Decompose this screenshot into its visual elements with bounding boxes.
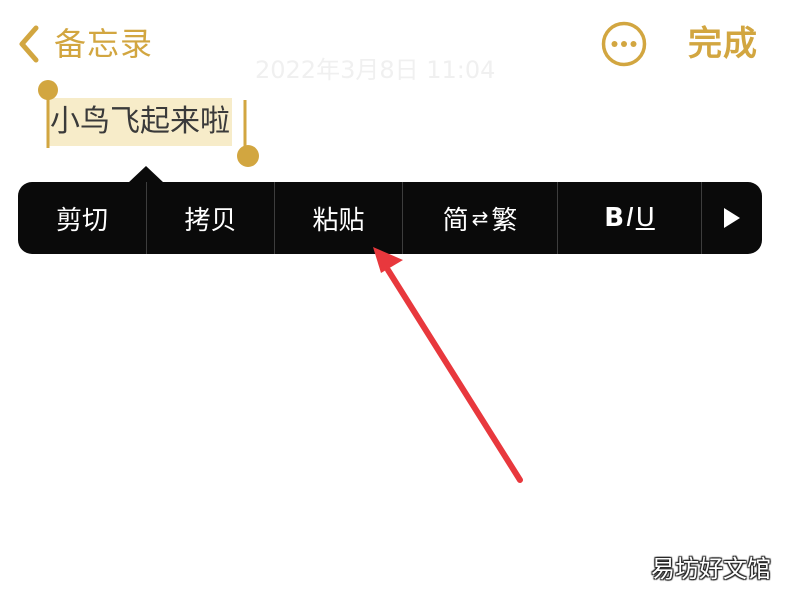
- ellipsis-circle-icon[interactable]: [601, 21, 647, 67]
- menu-item-copy[interactable]: 拷贝: [147, 182, 275, 254]
- play-triangle-icon: [724, 208, 740, 228]
- edit-menu-pointer: [128, 166, 164, 183]
- underline-label: U: [635, 203, 655, 233]
- menu-item-copy-label: 拷贝: [184, 205, 237, 236]
- menu-item-text-format[interactable]: B I U: [558, 182, 702, 254]
- back-button[interactable]: 备忘录: [14, 22, 153, 66]
- annotation-arrow: [373, 247, 523, 483]
- italic-label: I: [626, 203, 634, 233]
- chevron-left-icon: [19, 25, 39, 63]
- menu-item-paste[interactable]: 粘贴: [275, 182, 403, 254]
- done-button[interactable]: 完成: [688, 22, 758, 66]
- selection-start-handle[interactable]: [36, 80, 60, 150]
- menu-more-button[interactable]: [702, 182, 762, 254]
- edit-menu: 剪切 拷贝 粘贴 简 ⇄ 繁 B I U: [18, 182, 762, 254]
- note-date: 2022年3月8日 11:04: [255, 56, 496, 84]
- menu-item-cut[interactable]: 剪切: [18, 182, 147, 254]
- watermark-text: 易坊好文馆: [651, 555, 771, 583]
- bold-label: B: [604, 203, 625, 233]
- menu-item-cut-label: 剪切: [55, 205, 108, 236]
- note-selected-text[interactable]: 小鸟飞起来啦: [48, 98, 232, 146]
- back-button-label: 备忘录: [54, 25, 154, 63]
- convert-to-label: 繁: [491, 205, 518, 236]
- menu-item-convert-chinese[interactable]: 简 ⇄ 繁: [403, 182, 558, 254]
- menu-item-paste-label: 粘贴: [312, 205, 365, 236]
- swap-arrows-icon: ⇄: [471, 206, 489, 230]
- convert-from-label: 简: [442, 205, 469, 236]
- selection-end-handle[interactable]: [234, 98, 262, 170]
